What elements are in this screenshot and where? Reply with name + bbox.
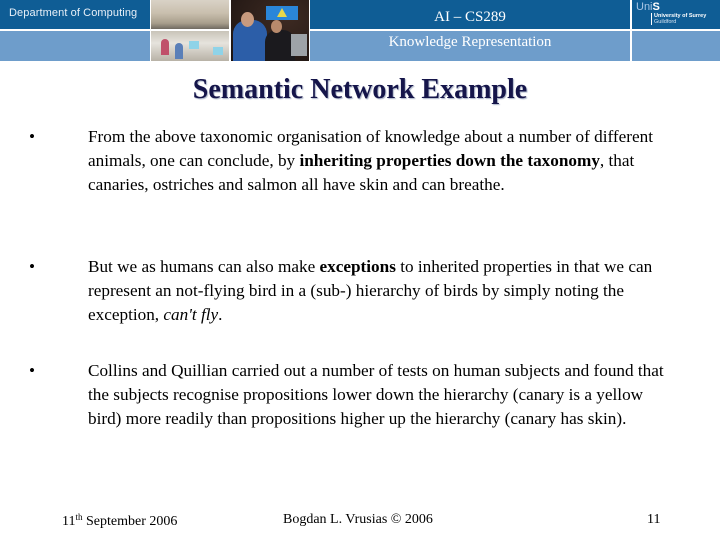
bullet-icon: •: [29, 127, 36, 146]
bullet-text: Collins and Quillian carried out a numbe…: [88, 361, 664, 429]
person-head: [241, 12, 254, 27]
university-name: University of Surrey Guildford: [651, 13, 706, 25]
university-logo: UniS University of Surrey Guildford: [631, 0, 720, 29]
department-name: Department of Computing: [9, 7, 138, 19]
bullet-icon: •: [29, 257, 36, 276]
footer-date: 11th September 2006: [62, 512, 178, 529]
footer-author: Bogdan L. Vrusias © 2006: [283, 512, 433, 527]
monitor-icon: [189, 41, 199, 49]
bullet-icon: •: [29, 361, 36, 380]
slide-title: Semantic Network Example: [192, 74, 528, 105]
bullet-text: But we as humans can also make exception…: [88, 257, 653, 325]
header-band-light: [0, 31, 150, 61]
emphasis-text: exceptions: [319, 257, 396, 276]
course-name: Knowledge Representation: [388, 34, 552, 50]
bullet-item: • But we as humans can also make excepti…: [29, 255, 678, 328]
laptop-icon: [291, 34, 307, 56]
page-number: 11: [647, 512, 661, 527]
bullet-item: • Collins and Quillian carried out a num…: [29, 359, 678, 432]
header-photo-presentation: [231, 0, 309, 61]
header-band-light: [632, 31, 720, 61]
italic-text: can't fly: [163, 305, 219, 325]
slide-header: Department of Computing AI – CS289 Knowl…: [0, 0, 720, 61]
bullet-item: • From the above taxonomic organisation …: [29, 125, 678, 198]
monitor-icon: [213, 47, 223, 55]
emphasis-text: inheriting properties down the taxonomy: [299, 151, 600, 171]
unis-wordmark: UniS: [636, 1, 660, 13]
projection-screen: [266, 6, 298, 20]
course-code: AI – CS289: [434, 9, 506, 25]
bullet-text: From the above taxonomic organisation of…: [88, 127, 653, 195]
header-photo-students: [151, 31, 229, 61]
header-photo-lab: [151, 0, 229, 29]
student-figure: [161, 39, 169, 55]
person-head: [271, 20, 282, 33]
student-figure: [175, 43, 183, 59]
